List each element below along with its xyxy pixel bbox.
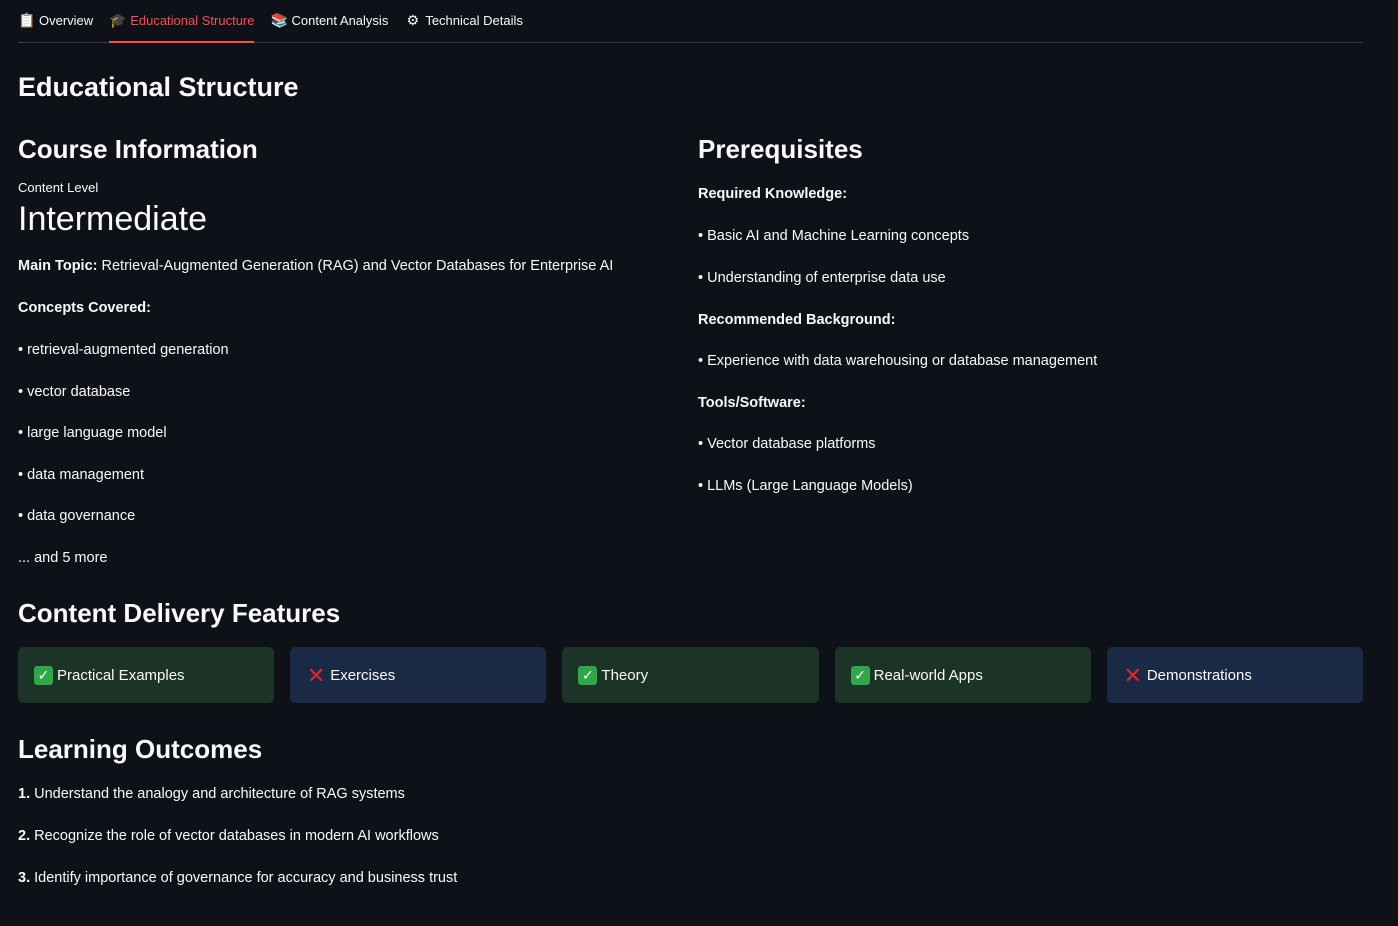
check-icon: ✓	[850, 665, 870, 685]
tab-educational-structure[interactable]: 🎓 Educational Structure	[109, 0, 255, 43]
books-icon: 📚	[270, 12, 288, 28]
feature-card: ✕ Demonstrations	[1106, 647, 1364, 703]
tool-item: • LLMs (Large Language Models)	[698, 478, 913, 494]
concepts-label: Concepts Covered:	[18, 300, 151, 316]
prerequisites-column: Prerequisites Required Knowledge: • Basi…	[698, 134, 1363, 579]
feature-card: ✓ Practical Examples	[18, 647, 275, 703]
tab-technical-details[interactable]: ⚙ Technical Details	[404, 0, 523, 43]
outcome-text: Identify importance of governance for ac…	[34, 870, 458, 886]
content-level-value: Intermediate	[18, 200, 207, 238]
feature-card: ✓ Real-world Apps	[834, 647, 1091, 703]
cross-icon: ✕	[1123, 662, 1143, 688]
page: 📋 Overview 🎓 Educational Structure 📚 Con…	[0, 0, 1398, 926]
main-topic-value: Retrieval-Augmented Generation (RAG) and…	[101, 258, 614, 274]
tab-bar: 📋 Overview 🎓 Educational Structure 📚 Con…	[18, 0, 1363, 43]
tab-overview[interactable]: 📋 Overview	[18, 0, 93, 43]
check-icon: ✓	[578, 665, 598, 685]
feature-label: Demonstrations	[1146, 666, 1252, 684]
feature-label: Theory	[601, 666, 649, 684]
page-title: Educational Structure	[18, 72, 299, 102]
concept-item: • data management	[18, 466, 144, 483]
gear-icon: ⚙	[406, 12, 420, 28]
recommended-item: • Experience with data warehousing or da…	[698, 353, 1098, 369]
tab-label: Content Analysis	[291, 13, 389, 28]
cross-icon: ✕	[306, 662, 326, 688]
check-icon: ✓	[34, 665, 53, 685]
concept-item: • vector database	[18, 383, 131, 400]
recommended-background-label: Recommended Background:	[698, 311, 896, 328]
tab-label: Technical Details	[425, 13, 523, 28]
feature-cards: ✓ Practical Examples ✕ Exercises ✓ Theor…	[18, 647, 1364, 703]
outcome-number: 3.	[18, 870, 31, 886]
course-information-heading: Course Information	[18, 134, 258, 164]
concepts-more: ... and 5 more	[18, 550, 108, 566]
required-item: • Understanding of enterprise data use	[698, 270, 946, 286]
outcome-text: Understand the analogy and architecture …	[34, 786, 405, 802]
tab-content-analysis[interactable]: 📚 Content Analysis	[270, 0, 388, 43]
concept-item: • data governance	[18, 508, 136, 524]
concept-item: • retrieval-augmented generation	[18, 342, 229, 358]
required-item: • Basic AI and Machine Learning concepts	[698, 228, 970, 244]
content-level-label: Content Level	[18, 180, 99, 195]
content-delivery-features-heading: Content Delivery Features	[18, 598, 341, 628]
outcome-item: 1. Understand the analogy and architectu…	[18, 773, 1363, 815]
graduation-cap-icon: 🎓	[109, 12, 127, 28]
outcome-number: 1.	[18, 786, 31, 802]
tab-label: Educational Structure	[130, 13, 255, 28]
clipboard-icon: 📋	[18, 12, 36, 28]
feature-label: Practical Examples	[57, 666, 185, 684]
feature-label: Exercises	[330, 666, 396, 684]
required-knowledge-label: Required Knowledge:	[698, 186, 848, 202]
learning-outcomes-heading: Learning Outcomes	[18, 734, 263, 764]
outcome-text: Recognize the role of vector databases i…	[34, 828, 439, 844]
feature-label: Real-world Apps	[873, 666, 983, 684]
tool-item: • Vector database platforms	[698, 436, 876, 452]
tools-software-label: Tools/Software:	[698, 394, 806, 411]
learning-outcomes-list: 1. Understand the analogy and architectu…	[18, 773, 1363, 899]
outcome-item: 3. Identify importance of governance for…	[18, 857, 1363, 899]
outcome-item: 2. Recognize the role of vector database…	[18, 815, 1363, 857]
tab-label: Overview	[39, 13, 94, 28]
course-information-column: Course Information Content Level Interme…	[18, 134, 698, 579]
concept-item: • large language model	[18, 425, 167, 441]
main-topic: Main Topic: Retrieval-Augmented Generati…	[18, 245, 698, 287]
main-topic-label: Main Topic:	[18, 258, 98, 274]
outcome-number: 2.	[18, 828, 31, 844]
feature-card: ✓ Theory	[562, 647, 819, 703]
prerequisites-heading: Prerequisites	[698, 134, 863, 164]
feature-card: ✕ Exercises	[290, 647, 547, 703]
